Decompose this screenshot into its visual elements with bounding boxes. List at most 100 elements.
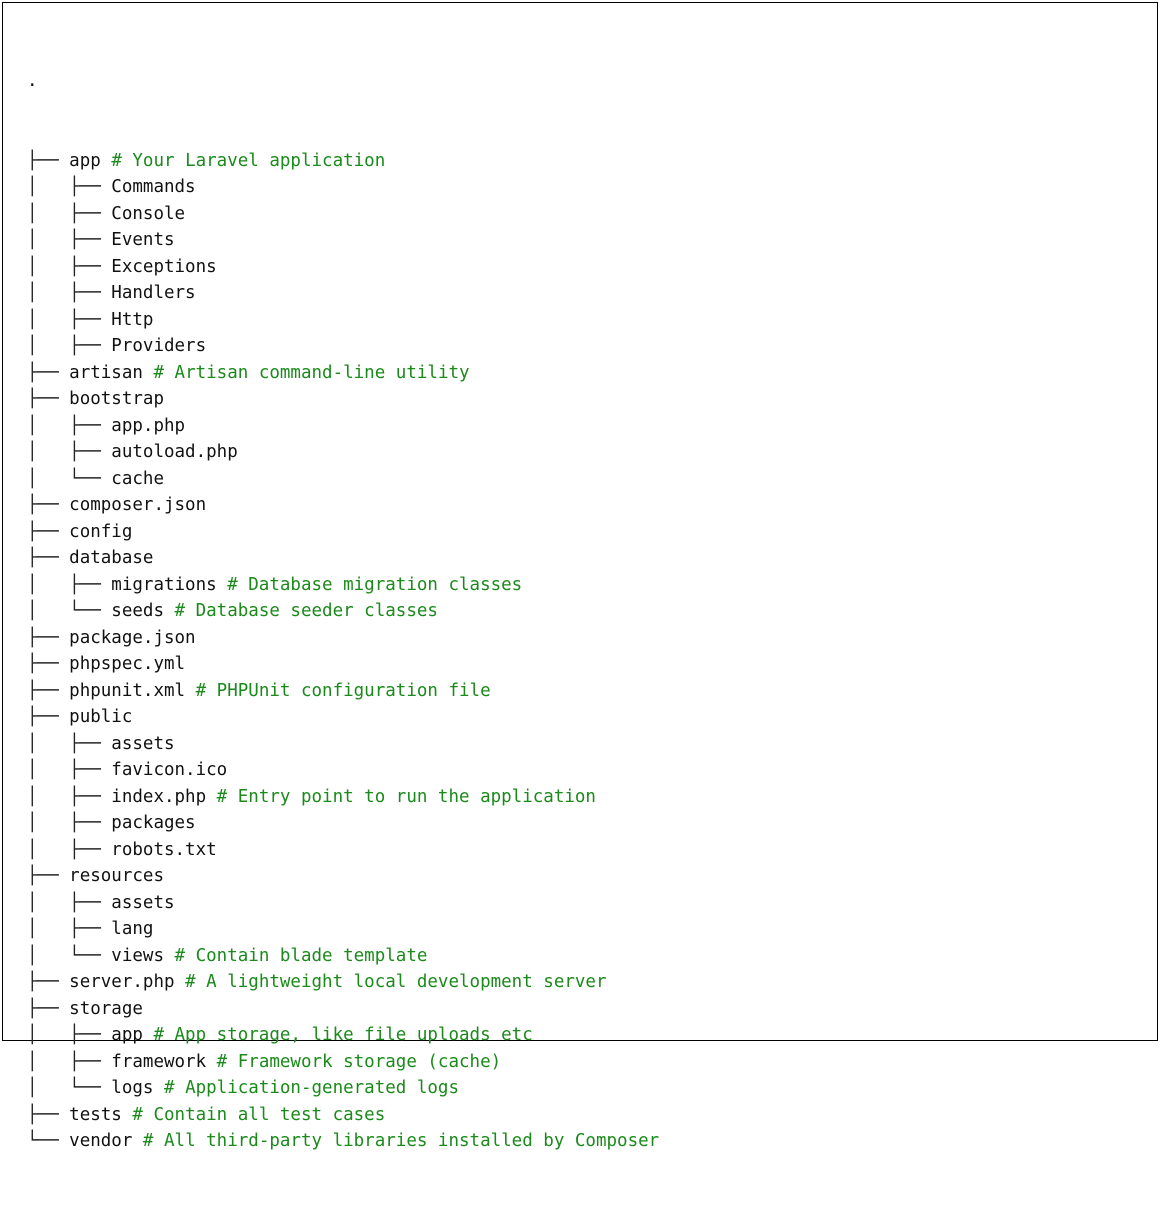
tree-entry: ├── database	[27, 545, 659, 572]
tree-branch-connector: │ ├──	[27, 1051, 112, 1072]
tree-entry-comment: # Database seeder classes	[174, 601, 438, 621]
tree-entry: │ └── logs # Application-generated logs	[27, 1075, 659, 1102]
tree-branch-connector: ├──	[27, 389, 70, 409]
tree-branch-connector: │ └──	[27, 601, 112, 621]
tree-entry: │ ├── packages	[27, 810, 659, 837]
tree-entry-name: package.json	[69, 627, 196, 648]
tree-entry: └── vendor # All third-party libraries i…	[27, 1128, 659, 1155]
tree-entry-comment: # Your Laravel application	[111, 150, 386, 171]
tree-branch-connector: │ ├──	[27, 177, 112, 197]
tree-entry-name: app.php	[111, 415, 186, 436]
tree-entry: │ ├── autoload.php	[27, 439, 659, 466]
tree-entry-name: tests	[69, 1104, 122, 1125]
tree-entry-comment: # PHPUnit configuration file	[195, 680, 491, 701]
tree-entry: │ ├── assets	[27, 731, 659, 758]
tree-branch-connector: ├──	[27, 495, 70, 515]
tree-entry-name: Http	[111, 309, 154, 330]
tree-entry: │ ├── migrations # Database migration cl…	[27, 572, 659, 599]
tree-entry-comment: # A lightweight local development server	[185, 972, 607, 992]
tree-entry-comment: # Artisan command-line utility	[153, 362, 470, 383]
tree-entry-name: packages	[111, 813, 196, 833]
tree-entry: │ ├── Handlers	[27, 280, 659, 307]
tree-entry: ├── resources	[27, 863, 659, 890]
tree-entry-name: database	[69, 548, 154, 568]
tree-entry-name: robots.txt	[111, 839, 217, 860]
tree-entry-comment: # App storage, like file uploads etc	[153, 1025, 533, 1045]
tree-entry: │ ├── robots.txt	[27, 837, 659, 864]
tree-branch-connector: ├──	[27, 548, 70, 568]
tree-entry-name: cache	[111, 468, 164, 489]
tree-branch-connector: ├──	[27, 866, 70, 886]
tree-branch-connector: │ ├──	[27, 786, 112, 807]
tree-entry: │ └── cache	[27, 466, 659, 493]
tree-branch-connector: ├──	[27, 362, 70, 383]
tree-entry-name: app	[69, 150, 101, 171]
tree-branch-connector: ├──	[27, 521, 70, 542]
tree-entry: │ ├── Exceptions	[27, 254, 659, 281]
tree-entry: ├── composer.json	[27, 492, 659, 519]
tree-entry: │ ├── Http	[27, 307, 659, 334]
tree-branch-connector: │ └──	[27, 945, 112, 966]
tree-entry: │ ├── Events	[27, 227, 659, 254]
tree-branch-connector: ├──	[27, 627, 70, 648]
tree-branch-connector: │ ├──	[27, 336, 112, 356]
tree-entry: │ ├── Commands	[27, 174, 659, 201]
tree-entry-name: Providers	[111, 336, 207, 356]
tree-branch-connector: │ ├──	[27, 256, 112, 277]
tree-entry: │ ├── Console	[27, 201, 659, 228]
tree-branch-connector: ├──	[27, 150, 70, 171]
tree-branch-connector: │ ├──	[27, 839, 112, 860]
tree-entry-name: config	[69, 521, 133, 542]
tree-branch-connector: ├──	[27, 972, 70, 992]
tree-entry-comment: # All third-party libraries installed by…	[142, 1131, 660, 1151]
tree-entry: ├── package.json	[27, 625, 659, 652]
tree-branch-connector: │ ├──	[27, 309, 112, 330]
tree-entry-name: resources	[69, 866, 164, 886]
tree-entry-name: artisan	[69, 362, 143, 383]
tree-lines: ├── app # Your Laravel application │ ├── …	[27, 148, 659, 1155]
tree-entry-comment: # Contain blade template	[174, 945, 428, 966]
tree-entry: ├── storage	[27, 996, 659, 1023]
tree-entry: │ └── views # Contain blade template	[27, 943, 659, 970]
tree-branch-connector: ├──	[27, 707, 70, 727]
tree-entry: ├── config	[27, 519, 659, 546]
tree-entry-name: seeds	[111, 601, 164, 621]
tree-entry: ├── app # Your Laravel application	[27, 148, 659, 175]
tree-branch-connector: │ ├──	[27, 442, 112, 462]
tree-branch-connector: │ ├──	[27, 813, 112, 833]
root-dot: .	[27, 71, 38, 91]
tree-entry-name: logs	[111, 1078, 154, 1098]
tree-entry-name: favicon.ico	[111, 760, 228, 780]
tree-entry-name: migrations	[111, 574, 217, 595]
tree-entry-name: index.php	[111, 786, 207, 807]
tree-entry: ├── bootstrap	[27, 386, 659, 413]
tree-branch-connector: │ ├──	[27, 203, 112, 224]
tree-branch-connector: └──	[27, 1131, 70, 1151]
code-block-frame: . ├── app # Your Laravel application │ ├─…	[2, 2, 1158, 1151]
tree-entry-name: composer.json	[69, 495, 207, 515]
tree-entry-comment: # Contain all test cases	[132, 1104, 386, 1125]
tree-entry-name: assets	[111, 892, 175, 913]
tree-entry: │ ├── Providers	[27, 333, 659, 360]
tree-entry: ├── phpspec.yml	[27, 651, 659, 678]
tree-entry: ├── tests # Contain all test cases	[27, 1102, 659, 1129]
tree-entry-comment: # Application-generated logs	[164, 1078, 460, 1098]
tree-entry-name: Console	[111, 203, 186, 224]
tree-branch-connector: │ ├──	[27, 283, 112, 303]
tree-entry-name: app	[111, 1025, 143, 1045]
tree-entry: ├── artisan # Artisan command-line utili…	[27, 360, 659, 387]
tree-entry: │ ├── app.php	[27, 413, 659, 440]
tree-entry-name: public	[69, 707, 133, 727]
directory-tree: . ├── app # Your Laravel application │ ├─…	[27, 15, 659, 1208]
tree-branch-connector: ├──	[27, 998, 70, 1019]
tree-entry-comment: # Framework storage (cache)	[216, 1051, 502, 1072]
tree-branch-connector: │ ├──	[27, 733, 112, 754]
tree-entry: ├── server.php # A lightweight local dev…	[27, 969, 659, 996]
tree-branch-connector: │ ├──	[27, 760, 112, 780]
tree-entry-name: autoload.php	[111, 442, 238, 462]
tree-entry: │ ├── framework # Framework storage (cac…	[27, 1049, 659, 1076]
tree-branch-connector: │ └──	[27, 1078, 112, 1098]
tree-branch-connector: │ ├──	[27, 574, 112, 595]
tree-branch-connector: ├──	[27, 1104, 70, 1125]
tree-entry: ├── public	[27, 704, 659, 731]
